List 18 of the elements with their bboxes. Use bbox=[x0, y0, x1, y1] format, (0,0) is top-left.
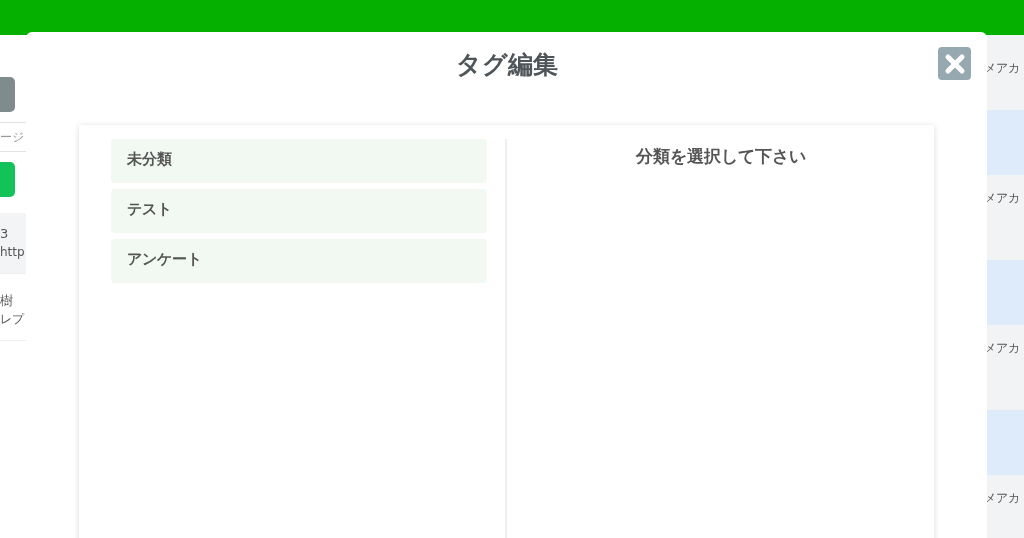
list-row[interactable]: 3 http bbox=[0, 213, 26, 274]
row-text: http bbox=[0, 244, 26, 261]
close-icon bbox=[943, 52, 966, 75]
category-item[interactable]: アンケート bbox=[111, 239, 487, 283]
row-text: 3 bbox=[0, 225, 10, 243]
prompt-text: 分類を選択して下さい bbox=[635, 145, 806, 168]
button[interactable] bbox=[0, 162, 15, 197]
button[interactable] bbox=[0, 77, 15, 112]
close-button[interactable] bbox=[938, 47, 971, 80]
dialog-title: タグ編集 bbox=[455, 49, 558, 81]
row-text: メアカ bbox=[984, 190, 1020, 207]
row-text: 樹 bbox=[0, 292, 14, 310]
row-text: メアカ bbox=[984, 60, 1020, 77]
row-text: メアカ bbox=[984, 340, 1020, 357]
category-item[interactable]: テスト bbox=[111, 189, 487, 233]
row-text: レプ bbox=[0, 311, 26, 328]
row-text: メアカ bbox=[984, 490, 1020, 507]
category-item[interactable]: 未分類 bbox=[111, 139, 487, 183]
